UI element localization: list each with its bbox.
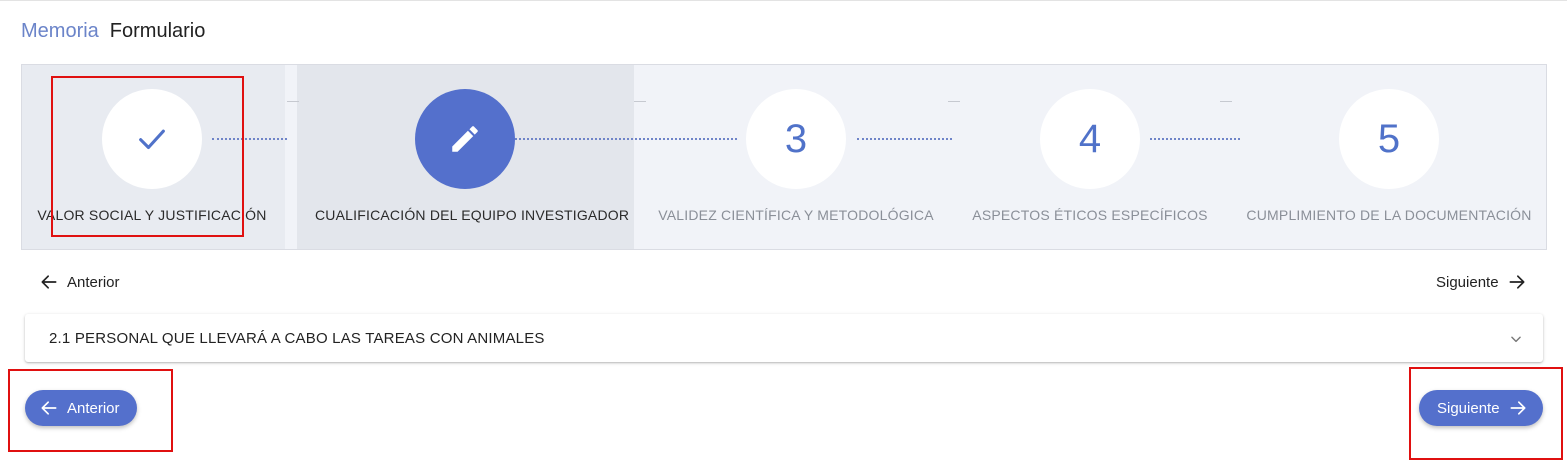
siguiente-button-label: Siguiente	[1437, 399, 1500, 417]
accordion-personal[interactable]: 2.1 PERSONAL QUE LLEVARÁ A CABO LAS TARE…	[25, 314, 1543, 362]
pencil-icon	[452, 126, 478, 152]
top-divider	[0, 0, 1567, 1]
arrow-left-icon	[41, 401, 57, 415]
anterior-button-label: Anterior	[67, 399, 120, 417]
anterior-link[interactable]: Anterior	[39, 272, 120, 292]
step-validez[interactable]: 3 VALIDEZ CIENTÍFICA Y METODOLÓGICA	[646, 65, 946, 249]
breadcrumb: Memoria Formulario	[21, 20, 205, 43]
step-cualificacion[interactable]: CUALIFICACIÓN DEL EQUIPO INVESTIGADOR	[315, 65, 630, 249]
step-label: CUMPLIMIENTO DE LA DOCUMENTACIÓN	[1246, 207, 1532, 223]
anterior-link-label: Anterior	[67, 273, 120, 291]
step-number-circle: 4	[1040, 89, 1140, 189]
step-aspectos-eticos[interactable]: 4 ASPECTOS ÉTICOS ESPECÍFICOS	[940, 65, 1240, 249]
siguiente-link-label: Siguiente	[1436, 273, 1499, 291]
step-circle-completed	[102, 89, 202, 189]
step-label: CUALIFICACIÓN DEL EQUIPO INVESTIGADOR	[315, 207, 630, 223]
anterior-button[interactable]: Anterior	[25, 390, 137, 426]
step-number-circle: 3	[746, 89, 846, 189]
step-label: VALIDEZ CIENTÍFICA Y METODOLÓGICA	[658, 207, 934, 223]
page-title: Formulario	[109, 20, 206, 42]
accordion-title: 2.1 PERSONAL QUE LLEVARÁ A CABO LAS TARE…	[49, 330, 545, 347]
step-label: ASPECTOS ÉTICOS ESPECÍFICOS	[972, 207, 1208, 223]
arrow-right-icon	[1510, 401, 1526, 415]
form-stepper: VALOR SOCIAL Y JUSTIFICACIÓN CUALIFICACI…	[21, 64, 1547, 250]
step-circle-active	[415, 89, 515, 189]
chevron-down-icon	[1511, 336, 1521, 343]
step-number-circle: 5	[1339, 89, 1439, 189]
siguiente-button[interactable]: Siguiente	[1419, 390, 1543, 426]
step-cumplimiento[interactable]: 5 CUMPLIMIENTO DE LA DOCUMENTACIÓN	[1239, 65, 1539, 249]
check-icon	[139, 129, 165, 150]
arrow-left-icon	[41, 275, 57, 289]
siguiente-link[interactable]: Siguiente	[1436, 272, 1527, 292]
step-valor-social[interactable]: VALOR SOCIAL Y JUSTIFICACIÓN	[22, 65, 302, 249]
arrow-right-icon	[1509, 275, 1525, 289]
step-label: VALOR SOCIAL Y JUSTIFICACIÓN	[37, 207, 267, 223]
breadcrumb-parent[interactable]: Memoria	[21, 20, 99, 43]
